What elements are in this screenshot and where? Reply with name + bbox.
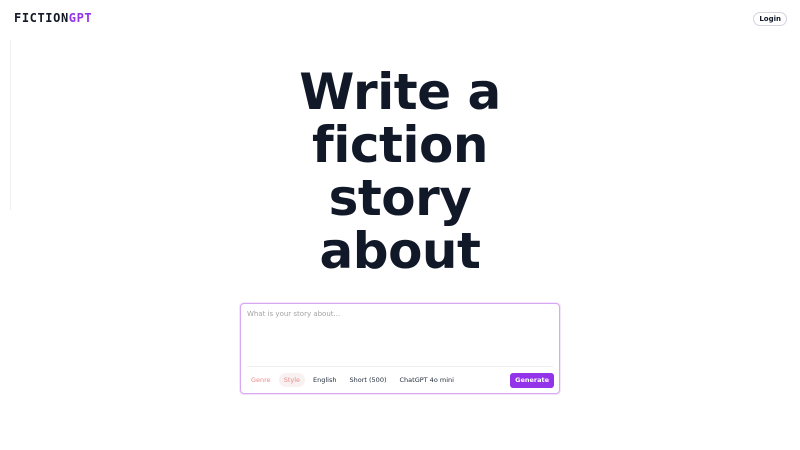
story-prompt-card: Genre Style English Short (500) ChatGPT … xyxy=(240,303,560,394)
hero-line: Write a xyxy=(299,63,501,121)
story-prompt-input[interactable] xyxy=(245,308,555,364)
logo-text-gpt: GPT xyxy=(68,11,93,25)
model-select[interactable]: ChatGPT 4o mini xyxy=(395,373,459,387)
hero-line: story xyxy=(328,169,472,227)
generate-button[interactable]: Generate xyxy=(510,373,554,388)
login-button[interactable]: Login xyxy=(753,12,787,26)
logo-text-fiction: FICTION xyxy=(14,11,69,25)
story-options-bar: Genre Style English Short (500) ChatGPT … xyxy=(246,373,459,387)
hero-heading: Write a fiction story about xyxy=(200,66,600,278)
language-select[interactable]: English xyxy=(308,373,341,387)
genre-select[interactable]: Genre xyxy=(246,373,276,387)
logo[interactable]: FICTIONGPT xyxy=(14,11,92,25)
hero-line: fiction xyxy=(311,116,489,174)
card-divider xyxy=(247,366,553,367)
page: FICTIONGPT Login Write a fiction story a… xyxy=(0,0,800,450)
hero-line: about xyxy=(319,222,481,280)
left-edge-divider xyxy=(10,40,11,210)
length-select[interactable]: Short (500) xyxy=(345,373,392,387)
style-select[interactable]: Style xyxy=(278,373,306,387)
